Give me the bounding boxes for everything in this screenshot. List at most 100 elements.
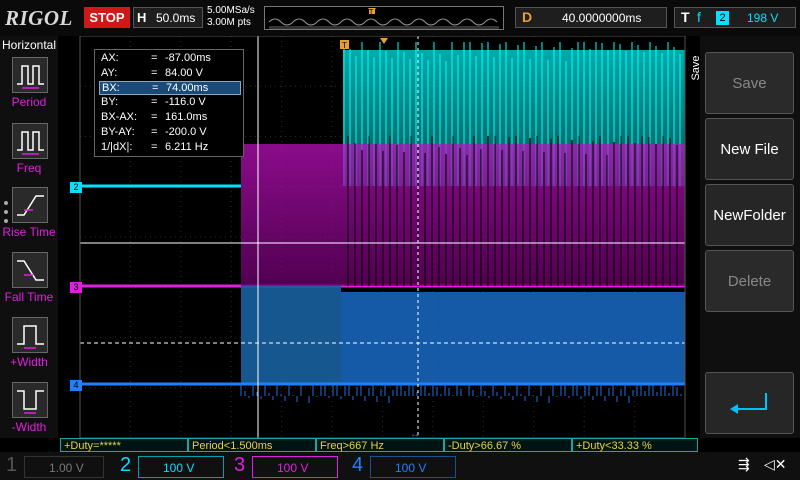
svg-text:T: T (369, 9, 374, 16)
trigger-level: 198 V (747, 11, 779, 25)
meas-period[interactable]: Period<1.500ms (188, 438, 316, 452)
falling-edge-icon: f (697, 9, 701, 25)
ch1-scale: 1.00 V (24, 456, 104, 478)
ch4-scale: 100 V (370, 456, 456, 478)
return-icon (730, 393, 767, 414)
trigger-source: 2 (716, 11, 729, 25)
save-button[interactable]: Save (705, 52, 794, 114)
new-file-button[interactable]: New File (705, 118, 794, 180)
sample-rate: 5.00MSa/s (207, 5, 255, 16)
cursor-eq: = (151, 67, 158, 79)
memory-depth: 3.00M pts (207, 17, 251, 28)
period-icon (12, 57, 48, 93)
measure-label: Fall Time (4, 290, 54, 304)
delay-marker-icon (380, 38, 388, 44)
ch2-number: 2 (120, 454, 132, 476)
brand-logo: RIGOL (5, 6, 73, 30)
ch2-marker[interactable]: 2 (70, 182, 82, 193)
horizontal-timebase[interactable]: H 50.0ms (133, 7, 203, 28)
cursor-value: -200.0 V (165, 126, 207, 138)
ch3-marker[interactable]: 3 (70, 282, 82, 293)
cursor-value: -116.0 V (165, 96, 206, 108)
cursor-eq: = (151, 126, 158, 138)
trigger-marker-icon: T (340, 40, 349, 50)
save-tab-label: Save (690, 55, 702, 81)
sidebar-title: Horizontal (1, 38, 57, 52)
cursor-value: 84.00 V (165, 67, 203, 79)
speaker-muted-icon: ◁✕ (764, 456, 787, 472)
menu-scroll-indicator[interactable] (2, 200, 10, 230)
cursor-value: 6.211 Hz (165, 141, 209, 153)
acquisition-info: 5.00MSa/s 3.00M pts (207, 5, 255, 29)
run-stop-button[interactable]: STOP (84, 7, 130, 28)
cursor-name: BY-AY: (101, 126, 135, 138)
meas-neg-duty[interactable]: -Duty>66.67 % (444, 438, 572, 452)
cursor-name: AY: (101, 67, 118, 79)
ch2-scale: 100 V (138, 456, 224, 478)
cursor-name: BX: (102, 82, 120, 94)
cursor-row-by-ay: BY-AY: = -200.0 V (99, 126, 241, 140)
cursor-value: 161.0ms (165, 111, 208, 123)
cursor-name: 1/|dX|: (101, 141, 133, 153)
measure-label: +Width (10, 355, 48, 369)
channel-bar: 1 1.00 V 2 100 V 3 100 V 4 100 V (0, 452, 800, 480)
measure-pos-width[interactable]: +Width (0, 317, 58, 381)
meas-pos-duty-2[interactable]: +Duty<33.33 % (572, 438, 698, 452)
cursor-eq: = (152, 82, 159, 94)
delete-button[interactable]: Delete (705, 250, 794, 312)
measure-period[interactable]: Period (0, 57, 58, 121)
timebase-value: 50.0ms (156, 11, 196, 25)
delay-label: D (522, 9, 533, 25)
measure-sidebar: Horizontal Period Freq Rise Time Fall Ti… (0, 36, 58, 438)
top-bar: RIGOL STOP H 50.0ms 5.00MSa/s 3.00M pts … (0, 0, 800, 36)
delay-box[interactable]: D 40.0000000ms (515, 7, 667, 28)
delay-value: 40.0000000ms (562, 11, 642, 25)
measure-label: Freq (16, 161, 42, 175)
measure-fall-time[interactable]: Fall Time (0, 252, 58, 316)
cursor-row-bx[interactable]: BX: = 74.00ms (99, 81, 241, 95)
pos-width-icon (12, 317, 48, 353)
measure-label: -Width (11, 420, 47, 434)
ch3-number: 3 (234, 454, 246, 476)
cursor-value: 74.00ms (166, 82, 209, 94)
freq-icon (12, 123, 48, 159)
cursor-row-by: BY: = -116.0 V (99, 96, 241, 110)
new-folder-button[interactable]: NewFolder (705, 184, 794, 246)
measure-freq[interactable]: Freq (0, 123, 58, 187)
meas-pos-duty[interactable]: +Duty=***** (60, 438, 188, 452)
neg-width-icon (12, 382, 48, 418)
cursor-row-bx-ax: BX-AX: = 161.0ms (99, 111, 241, 125)
cursor-eq: = (151, 111, 158, 123)
horizontal-position-icon: ↔ (410, 429, 420, 438)
cursor-row-ax: AX: = -87.00ms (99, 52, 241, 66)
cursor-name: BY: (101, 96, 119, 108)
cursor-eq: = (151, 96, 158, 108)
trigger-label: T (681, 9, 690, 25)
usb-icon: ⇶ (738, 456, 750, 472)
cursor-readout: AX: = -87.00ms AY: = 84.00 V BX: = 74.00… (94, 49, 244, 157)
return-button[interactable] (705, 372, 794, 434)
measure-label: Period (11, 95, 47, 109)
ch3-scale: 100 V (252, 456, 338, 478)
svg-text:T: T (342, 41, 347, 50)
trigger-box[interactable]: T f 2 198 V (674, 7, 796, 28)
cursor-eq: = (151, 52, 158, 64)
cursor-row-ay: AY: = 84.00 V (99, 67, 241, 81)
horizontal-label: H (137, 10, 147, 25)
cursor-value: -87.00ms (165, 52, 211, 64)
ch4-trace (80, 286, 685, 403)
cursor-name: AX: (101, 52, 119, 64)
ch4-marker[interactable]: 4 (70, 380, 82, 391)
cursor-row-inv-dx: 1/|dX|: = 6.211 Hz (99, 141, 241, 155)
save-menu-tab[interactable]: Save (688, 40, 704, 100)
ch3-trace (80, 136, 685, 288)
measure-neg-width[interactable]: -Width (0, 382, 58, 446)
ch4-number: 4 (352, 454, 364, 476)
ch1-number: 1 (6, 454, 18, 476)
memory-overview[interactable]: T (264, 6, 504, 30)
cursor-name: BX-AX: (101, 111, 138, 123)
meas-freq[interactable]: Freq>667 Hz (316, 438, 444, 452)
cursor-eq: = (151, 141, 158, 153)
memory-waveform-icon: T (268, 8, 499, 29)
fall-time-icon (12, 252, 48, 288)
